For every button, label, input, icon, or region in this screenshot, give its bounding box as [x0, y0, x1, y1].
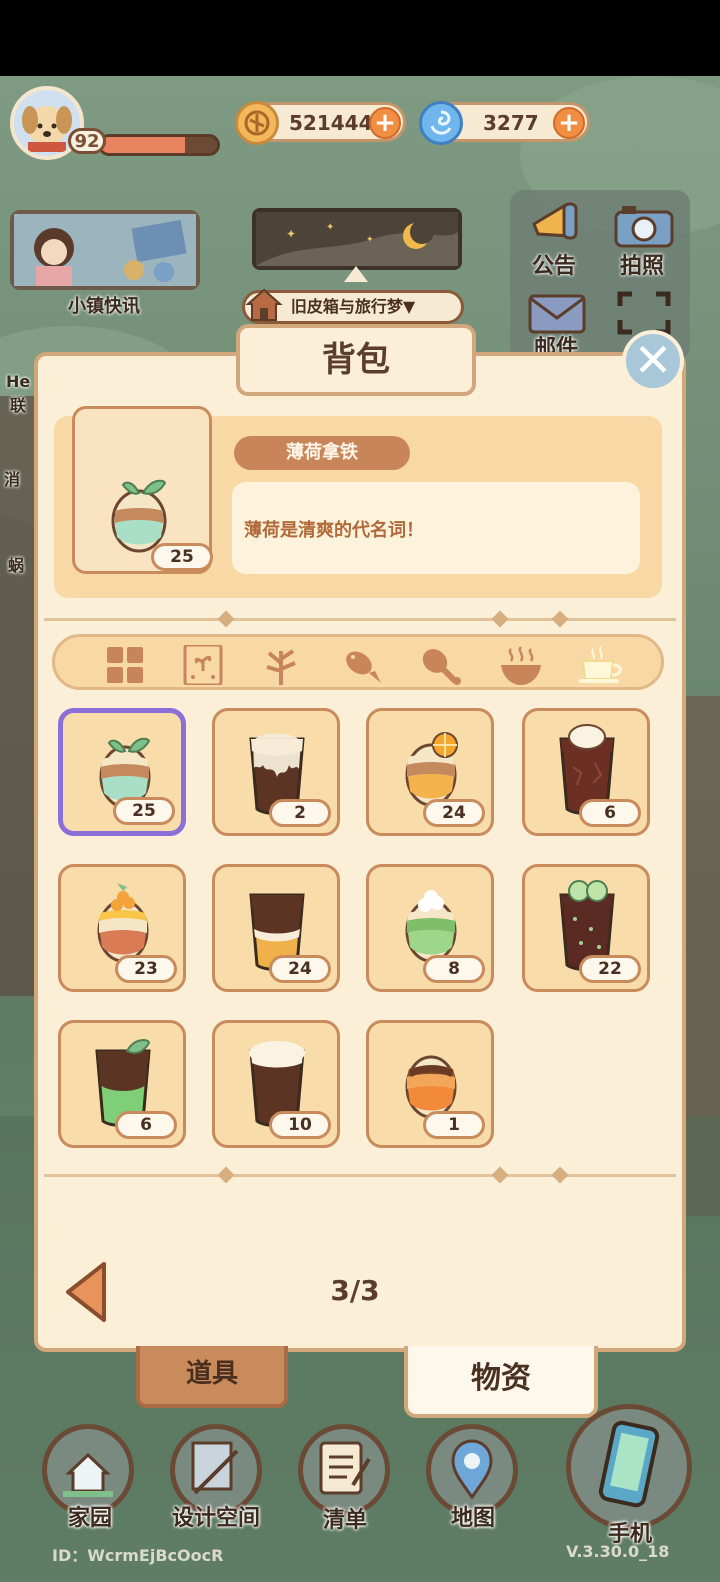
town-news-widget[interactable] [10, 210, 200, 290]
swirl-gem-icon [419, 101, 463, 145]
item-slot[interactable]: 25 [58, 708, 186, 836]
tab-tools[interactable]: 道具 [136, 1346, 288, 1408]
side-label-1[interactable]: He [6, 372, 30, 391]
item-slot[interactable]: 23 [58, 864, 186, 992]
player-id: ID：WcrmEjBcOocR [52, 1546, 224, 1565]
item-slot[interactable]: 6 [522, 708, 650, 836]
coffee-cup-icon[interactable] [579, 645, 623, 685]
nav-home-label: 家园 [67, 1506, 112, 1531]
selected-item-count: 25 [151, 543, 213, 571]
prev-page-button[interactable] [62, 1260, 108, 1324]
gem-counter: 3277 + [419, 101, 590, 145]
plant-icon[interactable] [259, 645, 303, 685]
backpack-title: 背包 [236, 324, 476, 396]
arrow-left-icon [66, 1262, 106, 1322]
phone-icon [598, 1420, 660, 1508]
svg-text:✦: ✦ [326, 222, 334, 233]
tab-materials[interactable]: 物资 [404, 1346, 598, 1418]
close-icon: ✕ [633, 333, 673, 387]
game-version: V.3.30.0_18 [566, 1542, 670, 1561]
svg-text:✦: ✦ [286, 227, 296, 241]
nav-phone-button[interactable] [566, 1404, 692, 1530]
fish-icon[interactable] [341, 645, 385, 685]
home-icon [63, 1452, 113, 1497]
hp-bar [98, 134, 220, 156]
day-night-widget[interactable]: ✦ ✦ ✦ [252, 208, 462, 270]
item-count: 24 [423, 799, 485, 827]
close-button[interactable]: ✕ [622, 330, 684, 392]
coin-icon [235, 101, 279, 145]
item-count: 22 [579, 955, 641, 983]
item-count: 6 [115, 1111, 177, 1139]
design-ruler-icon [191, 1441, 239, 1495]
item-slot[interactable]: 24 [366, 708, 494, 836]
item-count: 23 [115, 955, 177, 983]
selected-item-slot: 25 [72, 406, 213, 574]
map-pin-icon [451, 1439, 493, 1500]
divider-bottom [44, 1174, 676, 1177]
item-slot[interactable]: 10 [212, 1020, 340, 1148]
item-count: 10 [269, 1111, 331, 1139]
item-count: 2 [269, 799, 331, 827]
hot-bowl-icon[interactable] [499, 645, 543, 685]
page-indicator: 3/3 [330, 1274, 380, 1307]
item-slot[interactable]: 24 [212, 864, 340, 992]
scan-frame-icon[interactable] [616, 290, 672, 336]
photo-label[interactable]: 拍照 [620, 248, 664, 280]
location-label: 旧皮箱与旅行梦▼ [290, 297, 416, 316]
add-coins-button[interactable]: + [369, 107, 401, 139]
camera-icon[interactable] [612, 200, 676, 250]
item-slot[interactable]: 22 [522, 864, 650, 992]
side-label-4[interactable]: 蜗 [8, 552, 24, 576]
side-label-3[interactable]: 消 [4, 466, 20, 490]
level-badge: 92 [68, 128, 106, 154]
add-gems-button[interactable]: + [553, 107, 585, 139]
nav-list-label: 清单 [322, 1508, 367, 1533]
svg-text:✦: ✦ [366, 235, 374, 245]
time-pointer-icon [344, 266, 368, 282]
gem-value: 3277 [483, 111, 539, 135]
selected-item-name: 薄荷拿铁 [234, 436, 410, 470]
hp-bar-fill [101, 137, 185, 153]
megaphone-icon[interactable] [524, 196, 590, 250]
item-slot[interactable]: 6 [58, 1020, 186, 1148]
item-slot[interactable]: 8 [366, 864, 494, 992]
checklist-icon [319, 1441, 371, 1495]
selected-item-description: 薄荷是清爽的代名词！ [232, 482, 640, 574]
grid-icon[interactable] [103, 645, 147, 685]
notice-label[interactable]: 公告 [532, 248, 576, 280]
coin-value: 521444 [289, 111, 373, 135]
item-count: 24 [269, 955, 331, 983]
item-count: 6 [579, 799, 641, 827]
item-count: 1 [423, 1111, 485, 1139]
item-count: 8 [423, 955, 485, 983]
divider-top [44, 618, 676, 621]
drumstick-icon[interactable] [419, 645, 463, 685]
item-slot[interactable]: 1 [366, 1020, 494, 1148]
town-news-label: 小镇快讯 [68, 296, 140, 317]
house-icon [244, 286, 284, 322]
nav-map-label: 地图 [450, 1506, 495, 1531]
item-slot[interactable]: 2 [212, 708, 340, 836]
side-label-2[interactable]: 联 [10, 392, 26, 416]
item-count: 25 [113, 797, 175, 825]
seed-packet-icon[interactable] [181, 643, 225, 687]
nav-design-label: 设计空间 [171, 1506, 260, 1531]
coin-counter: 521444 + [235, 101, 406, 145]
category-tabs [52, 634, 664, 690]
